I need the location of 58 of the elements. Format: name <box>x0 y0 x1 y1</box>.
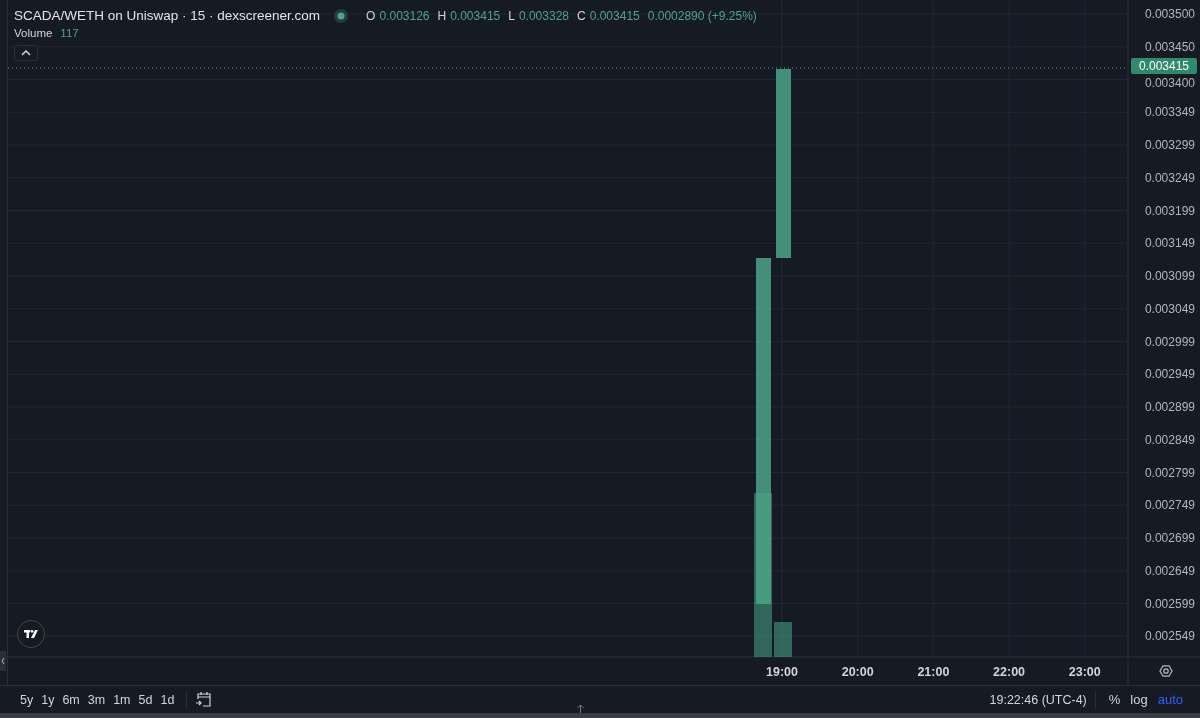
ohlc-value: 0.003328 <box>518 8 569 23</box>
price-axis-label: 0.002549 <box>1144 629 1195 644</box>
time-axis-label: 20:00 <box>841 665 874 679</box>
status-dot-icon <box>334 8 349 23</box>
ohlc-value: 0.003415 <box>450 8 501 23</box>
price-axis-label: 0.002999 <box>1144 334 1195 349</box>
price-axis-label: 0.002799 <box>1144 465 1195 480</box>
price-axis-label: 0.003450 <box>1144 39 1195 54</box>
ohlc-value: 0.003126 <box>379 8 430 23</box>
price-axis-label: 0.003400 <box>1144 75 1195 90</box>
range-button[interactable]: 5d <box>134 690 157 709</box>
scale-toggle[interactable]: log <box>1125 690 1153 709</box>
calendar-goto-icon[interactable] <box>195 690 214 709</box>
price-axis-label: 0.002849 <box>1144 432 1195 447</box>
chart-title: SCADA/WETH on Uniswap · 15 · dexscreener.com <box>14 8 321 23</box>
time-axis-label: 22:00 <box>993 665 1026 679</box>
price-axis-label: 0.003500 <box>1144 7 1195 21</box>
range-button[interactable]: 1d <box>156 690 179 709</box>
side-collapse-icon[interactable] <box>0 651 6 671</box>
price-axis-label: 0.003249 <box>1144 170 1195 185</box>
time-axis-label: 21:00 <box>917 665 950 679</box>
price-axis-label: 0.002649 <box>1144 563 1195 578</box>
price-axis-label: 0.002899 <box>1144 400 1195 414</box>
price-axis-label: 0.003149 <box>1144 236 1195 251</box>
price-axis-label: 0.002749 <box>1144 498 1195 513</box>
price-axis-label: 0.003349 <box>1144 105 1195 120</box>
ohlc-label: O <box>366 8 376 23</box>
current-price-label: 0.003415 <box>1131 58 1197 74</box>
time-axis-label: 19:00 <box>766 665 798 679</box>
price-axis-label: 0.003049 <box>1144 301 1195 316</box>
range-button[interactable]: 1m <box>109 690 135 709</box>
chevron-up-icon <box>21 50 31 56</box>
collapse-button[interactable] <box>14 45 38 61</box>
price-axis-label: 0.003199 <box>1144 203 1195 218</box>
range-button[interactable]: 3m <box>83 690 110 709</box>
scale-toggle[interactable]: % <box>1103 690 1126 709</box>
logo-icon[interactable] <box>17 620 45 648</box>
price-axis-label: 0.002699 <box>1144 531 1195 545</box>
ohlc-label: L <box>508 8 515 23</box>
up-arrow-icon[interactable] <box>576 704 585 713</box>
volume-value: 117 <box>60 27 79 39</box>
ohlc-label: C <box>577 8 586 23</box>
time-axis-label: 23:00 <box>1068 665 1101 679</box>
range-button[interactable]: 1y <box>37 690 59 709</box>
scale-toggle[interactable]: auto <box>1152 690 1188 709</box>
price-axis-label: 0.003099 <box>1144 269 1195 283</box>
price-axis-label: 0.002949 <box>1144 367 1195 382</box>
price-change: 0.0002890 (+9.25%) <box>647 8 757 23</box>
volume-bar <box>774 622 792 657</box>
settings-icon[interactable] <box>1159 665 1173 677</box>
price-axis-label: 0.003299 <box>1144 138 1195 152</box>
clock-time: 19:22:46 (UTC-4) <box>989 692 1087 707</box>
ohlc-label: H <box>437 8 447 23</box>
range-button[interactable]: 5y <box>16 690 38 709</box>
volume-label: Volume <box>14 27 53 39</box>
range-button[interactable]: 6m <box>58 690 84 709</box>
price-axis-label: 0.002599 <box>1144 596 1195 611</box>
ohlc-value: 0.003415 <box>589 8 640 23</box>
